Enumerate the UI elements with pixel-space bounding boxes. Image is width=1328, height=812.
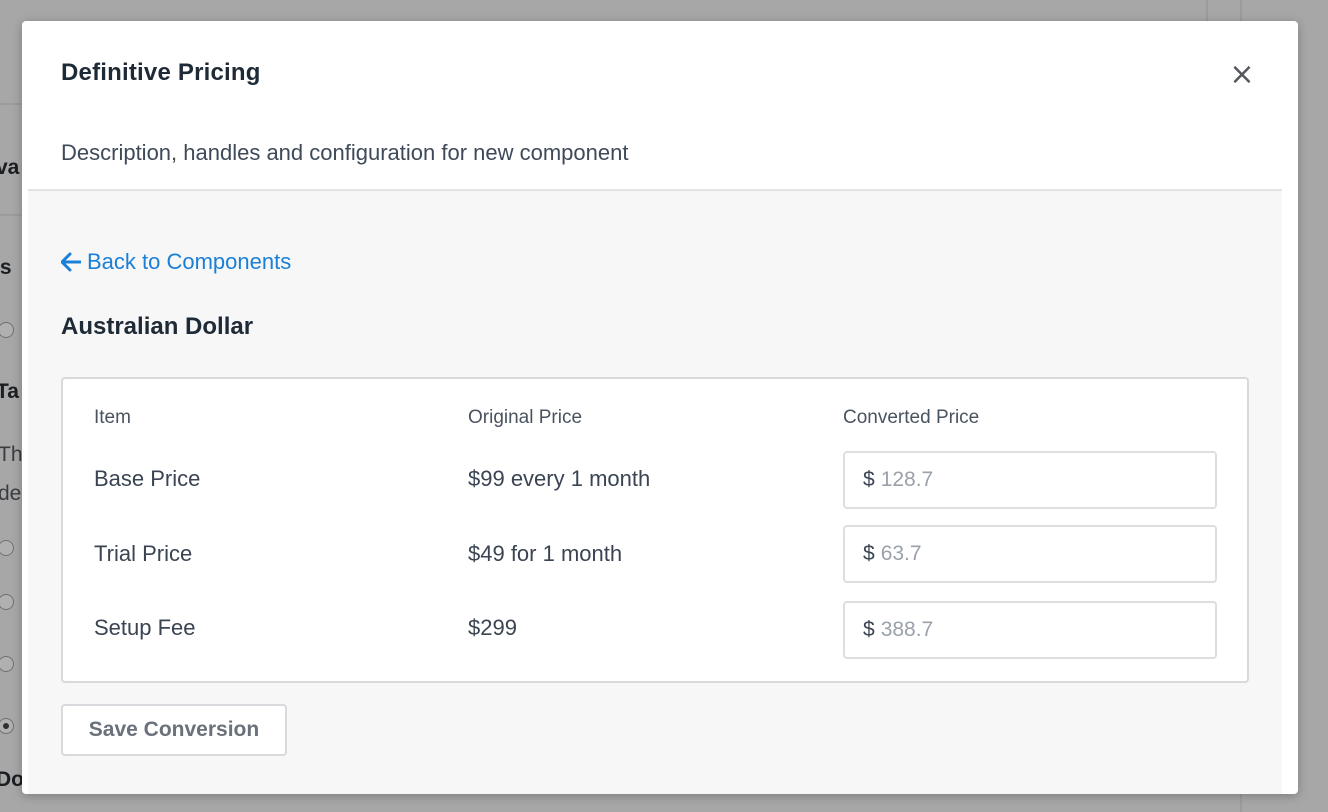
currency-prefix: $ xyxy=(863,468,875,491)
bg-radio xyxy=(0,656,14,672)
bg-radio xyxy=(0,594,14,610)
row-original-price: $99 every 1 month xyxy=(468,466,651,491)
bg-text-fragment: de xyxy=(0,482,22,505)
row-original-price: $299 xyxy=(468,615,517,640)
currency-heading: Australian Dollar xyxy=(61,313,254,340)
row-original-price: $49 for 1 month xyxy=(468,541,623,566)
column-header-item: Item xyxy=(94,407,131,428)
currency-prefix: $ xyxy=(863,542,875,565)
save-conversion-button[interactable]: Save Conversion xyxy=(61,704,287,756)
row-item-label: Base Price xyxy=(94,466,201,491)
currency-prefix: $ xyxy=(863,618,875,641)
column-header-original-price: Original Price xyxy=(468,407,583,428)
bg-divider xyxy=(0,103,22,105)
close-icon: × xyxy=(1229,57,1255,92)
bg-text-fragment: va xyxy=(0,156,20,179)
bg-text-fragment: ls xyxy=(0,256,12,279)
pricing-table: Item Original Price Converted Price Base… xyxy=(61,377,1249,683)
trial-price-converted-input[interactable] xyxy=(880,542,1181,566)
pricing-modal: Definitive Pricing × Description, handle… xyxy=(22,21,1298,794)
base-price-converted-field: $ xyxy=(843,451,1217,509)
bg-text-fragment: Th xyxy=(0,443,23,466)
modal-body: Back to Components Australian Dollar Ite… xyxy=(28,191,1282,794)
bg-divider xyxy=(1206,0,1208,21)
trial-price-converted-field: $ xyxy=(843,525,1217,583)
column-header-converted-price: Converted Price xyxy=(843,407,980,428)
row-item-label: Setup Fee xyxy=(94,615,196,640)
bg-radio xyxy=(0,322,14,338)
back-link-label: Back to Components xyxy=(87,249,292,274)
modal-title: Definitive Pricing xyxy=(61,59,261,86)
close-button[interactable]: × xyxy=(1228,60,1256,90)
bg-text-fragment: Do xyxy=(0,768,24,791)
back-to-components-link[interactable]: Back to Components xyxy=(61,249,291,275)
row-item-label: Trial Price xyxy=(94,541,193,566)
bg-divider xyxy=(0,214,22,216)
bg-text-fragment: Ta xyxy=(0,380,19,403)
bg-radio xyxy=(0,540,14,556)
modal-subtitle: Description, handles and configuration f… xyxy=(61,140,629,165)
setup-fee-converted-field: $ xyxy=(843,601,1217,659)
setup-fee-converted-input[interactable] xyxy=(880,618,1181,642)
bg-radio xyxy=(0,718,14,734)
arrow-left-icon xyxy=(61,252,81,272)
base-price-converted-input[interactable] xyxy=(880,468,1181,492)
